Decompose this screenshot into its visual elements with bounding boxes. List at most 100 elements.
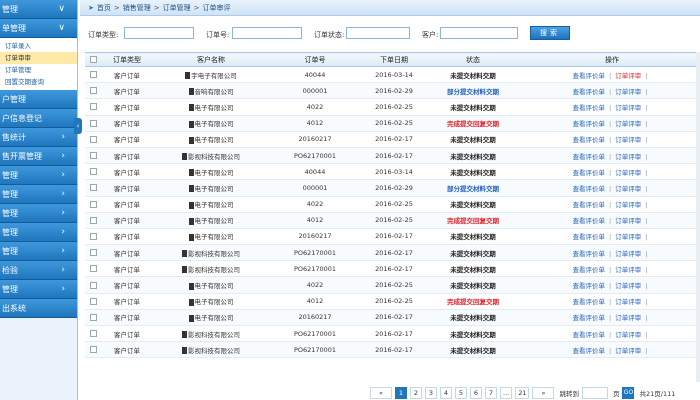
view-review-link[interactable]: 查看评价单 xyxy=(573,88,606,96)
table-row[interactable]: 客户订单 影视科技有限公司 PO62170001 2016-02-17 未提交材料交期查… xyxy=(85,147,700,165)
row-select-cell[interactable] xyxy=(85,82,101,100)
row-checkbox[interactable] xyxy=(89,135,97,143)
order-review-link[interactable]: 订单评审 xyxy=(615,217,641,225)
sidebar-menu-11[interactable]: 检验 › xyxy=(0,261,77,280)
order-review-link[interactable]: 订单评审 xyxy=(615,331,641,339)
view-review-link[interactable]: 查看评价单 xyxy=(573,314,606,322)
view-review-link[interactable]: 查看评价单 xyxy=(573,266,606,274)
select-all-checkbox[interactable] xyxy=(89,56,97,63)
row-select-cell[interactable] xyxy=(85,244,101,262)
row-checkbox[interactable] xyxy=(89,232,97,240)
sidebar-menu-10[interactable]: 管理 › xyxy=(0,242,77,261)
row-checkbox[interactable] xyxy=(89,297,97,305)
page-button[interactable]: 6 xyxy=(470,387,482,399)
view-review-link[interactable]: 查看评价单 xyxy=(573,72,606,80)
view-review-link[interactable]: 查看评价单 xyxy=(573,169,606,177)
row-select-cell[interactable] xyxy=(85,196,101,213)
row-checkbox[interactable] xyxy=(89,103,97,111)
table-row[interactable]: 客户订单 影视科技有限公司 PO62170001 2016-02-17 未提交材料交期查… xyxy=(85,260,700,278)
prev-page-button[interactable]: « xyxy=(370,387,392,399)
order-review-link[interactable]: 订单评审 xyxy=(615,153,641,161)
breadcrumb-home[interactable]: 首页 xyxy=(97,4,111,12)
vertical-scrollbar[interactable] xyxy=(696,52,700,382)
row-checkbox[interactable] xyxy=(89,281,97,289)
page-button[interactable]: 1 xyxy=(395,387,407,399)
table-row[interactable]: 客户订单 影视科技有限公司 PO62170001 2016-02-17 未提交材料交期查… xyxy=(85,244,700,262)
table-row[interactable]: 客户订单 电子有限公司 4022 2016-02-25 未提交材料交期 查看评价单 | 订单评… xyxy=(85,98,700,116)
table-row[interactable]: 客户订单 音响有限公司 000001 2016-02-29 部分提交材料交期 查看评价单 |… xyxy=(85,82,700,100)
order-status-input[interactable] xyxy=(346,27,410,39)
row-select-cell[interactable] xyxy=(85,293,101,310)
view-review-link[interactable]: 查看评价单 xyxy=(573,136,606,144)
order-review-link[interactable]: 订单评审 xyxy=(615,250,641,258)
row-select-cell[interactable] xyxy=(85,131,101,148)
sidebar-menu-0[interactable]: 管理 ∨ xyxy=(0,0,77,19)
sidebar-menu-7[interactable]: 管理 › xyxy=(0,185,77,204)
view-review-link[interactable]: 查看评价单 xyxy=(573,347,606,355)
submenu-item-order-manage[interactable]: 订单管理 xyxy=(0,64,77,76)
table-row[interactable]: 客户订单 电子有限公司 4012 2016-02-25 完成提交回复交期 查看评价单 | 订单… xyxy=(85,293,700,310)
order-review-link[interactable]: 订单评审 xyxy=(615,120,641,128)
row-checkbox[interactable] xyxy=(89,313,97,321)
row-checkbox[interactable] xyxy=(89,346,97,354)
next-page-button[interactable]: » xyxy=(532,387,555,399)
table-row[interactable]: 客户订单 电子有限公司 4022 2016-02-25 未提交材料交期 查看评价单 | 订单评… xyxy=(85,196,700,213)
order-review-link[interactable]: 订单评审 xyxy=(615,233,641,241)
page-button[interactable]: 5 xyxy=(455,387,467,399)
breadcrumb-sales[interactable]: 销售管理 xyxy=(123,4,151,12)
select-all-header[interactable] xyxy=(85,52,101,67)
submenu-item-order-entry[interactable]: 订单录入 xyxy=(0,40,77,52)
row-checkbox[interactable] xyxy=(89,152,97,160)
page-button[interactable]: 21 xyxy=(515,387,530,399)
go-button[interactable]: GO xyxy=(622,387,635,399)
row-checkbox[interactable] xyxy=(89,168,97,176)
view-review-link[interactable]: 查看评价单 xyxy=(573,282,606,290)
table-row[interactable]: 客户订单 电子有限公司 4022 2016-02-25 未提交材料交期 查看评价单 | 订单评… xyxy=(85,276,700,294)
sidebar-collapse-icon[interactable]: ‹ xyxy=(74,118,82,134)
row-checkbox[interactable] xyxy=(89,265,97,273)
view-review-link[interactable]: 查看评价单 xyxy=(573,298,606,306)
table-row[interactable]: 客户订单 电子有限公司 20160217 2016-02-17 未提交材料交期 查看评价单… xyxy=(85,131,700,148)
table-row[interactable]: 客户订单 电子有限公司 4012 2016-02-25 完成提交回复交期 查看评价单 | 订单… xyxy=(85,115,700,132)
row-checkbox[interactable] xyxy=(89,249,97,257)
order-review-link[interactable]: 订单评审 xyxy=(615,201,641,209)
row-select-cell[interactable] xyxy=(85,341,101,359)
view-review-link[interactable]: 查看评价单 xyxy=(573,331,606,339)
sidebar-menu-6[interactable]: 管理 › xyxy=(0,166,77,185)
sidebar-menu-9[interactable]: 管理 › xyxy=(0,223,77,242)
order-review-link[interactable]: 订单评审 xyxy=(615,266,641,274)
row-select-cell[interactable] xyxy=(85,309,101,327)
table-row[interactable]: 客户订单 电子有限公司 20160217 2016-02-17 未提交材料交期 查看评价单… xyxy=(85,309,700,327)
row-checkbox[interactable] xyxy=(89,119,97,127)
order-review-link[interactable]: 订单评审 xyxy=(615,104,641,112)
row-select-cell[interactable] xyxy=(85,66,101,84)
sidebar-menu-5[interactable]: 售开票管理 › xyxy=(0,147,77,166)
sidebar-menu-13[interactable]: 出系统 xyxy=(0,299,77,318)
row-select-cell[interactable] xyxy=(85,147,101,165)
page-button[interactable]: 2 xyxy=(410,387,422,399)
sidebar-menu-2[interactable]: 户管理 xyxy=(0,90,77,109)
search-button[interactable]: 搜索 xyxy=(530,26,570,40)
view-review-link[interactable]: 查看评价单 xyxy=(573,104,606,112)
order-review-link[interactable]: 订单评审 xyxy=(615,88,641,96)
order-review-link[interactable]: 订单评审 xyxy=(615,185,641,193)
table-row[interactable]: 客户订单 电子有限公司 000001 2016-02-29 部分提交材料交期 查看评价单 |… xyxy=(85,179,700,197)
row-checkbox[interactable] xyxy=(89,87,97,95)
page-button[interactable]: 4 xyxy=(440,387,452,399)
breadcrumb-orders[interactable]: 订单管理 xyxy=(163,4,191,12)
order-review-link[interactable]: 订单评审 xyxy=(615,136,641,144)
table-row[interactable]: 客户订单 影视科技有限公司 PO62170001 2016-02-17 未提交材料交期查… xyxy=(85,341,700,359)
order-review-link[interactable]: 订单评审 xyxy=(615,72,641,80)
row-select-cell[interactable] xyxy=(85,179,101,197)
view-review-link[interactable]: 查看评价单 xyxy=(573,217,606,225)
view-review-link[interactable]: 查看评价单 xyxy=(573,120,606,128)
row-select-cell[interactable] xyxy=(85,115,101,132)
row-checkbox[interactable] xyxy=(89,200,97,208)
order-review-link[interactable]: 订单评审 xyxy=(615,282,641,290)
row-select-cell[interactable] xyxy=(85,212,101,229)
view-review-link[interactable]: 查看评价单 xyxy=(573,185,606,193)
jump-page-input[interactable] xyxy=(581,387,608,399)
view-review-link[interactable]: 查看评价单 xyxy=(573,153,606,161)
row-select-cell[interactable] xyxy=(85,260,101,278)
customer-input[interactable] xyxy=(440,27,518,39)
